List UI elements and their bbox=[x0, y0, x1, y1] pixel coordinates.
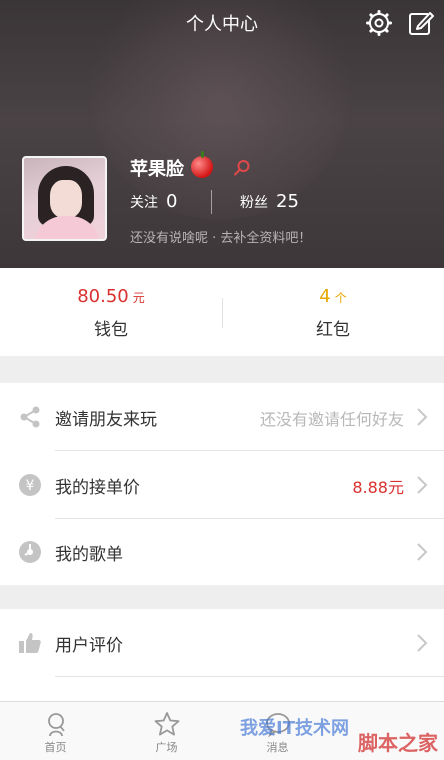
svg-text:¥: ¥ bbox=[26, 478, 35, 494]
redpacket-unit: 个 bbox=[334, 291, 347, 305]
user-reviews-row[interactable]: 用户评价 bbox=[0, 609, 444, 676]
follow-stat[interactable]: 关注 0 bbox=[130, 191, 177, 212]
fans-count: 25 bbox=[276, 191, 299, 212]
edit-icon[interactable] bbox=[408, 10, 434, 36]
order-price-row[interactable]: ¥ 我的接单价 8.88元 bbox=[0, 451, 444, 518]
chevron-right-icon bbox=[417, 543, 428, 561]
tab-square-label: 广场 bbox=[155, 741, 178, 754]
stat-divider bbox=[211, 190, 212, 214]
gear-icon[interactable] bbox=[366, 10, 392, 36]
apple-icon bbox=[191, 151, 213, 178]
order-price-label: 我的接单价 bbox=[55, 478, 140, 498]
wallet-button[interactable]: 80.50 元 钱包 bbox=[0, 268, 222, 356]
profile-header: 个人中心 苹果脸 关注 0 粉丝 25 还没有说啥呢 · 去补全资料吧！ bbox=[0, 0, 444, 268]
row-divider bbox=[55, 676, 444, 677]
watermark-left: 我爱IT技术网 bbox=[240, 718, 349, 739]
wallet-label: 钱包 bbox=[94, 320, 128, 340]
tab-home-label: 首页 bbox=[44, 741, 67, 754]
chevron-right-icon bbox=[417, 476, 428, 494]
tab-messages-label: 消息 bbox=[266, 741, 289, 754]
wallet-amount: 80.50 bbox=[77, 286, 129, 307]
tab-home[interactable]: 首页 bbox=[0, 702, 111, 760]
thumbs-up-icon bbox=[19, 633, 41, 653]
invite-label: 邀请朋友来玩 bbox=[55, 410, 157, 430]
invite-value: 还没有邀请任何好友 bbox=[259, 410, 404, 429]
home-person-icon bbox=[47, 713, 65, 737]
star-icon bbox=[154, 712, 179, 736]
music-disc-icon bbox=[19, 541, 41, 563]
playlist-row[interactable]: 我的歌单 bbox=[0, 518, 444, 585]
chevron-right-icon bbox=[417, 634, 428, 652]
share-icon bbox=[20, 406, 40, 428]
female-gender-icon bbox=[234, 160, 250, 176]
fans-label: 粉丝 bbox=[240, 195, 268, 211]
user-reviews-label: 用户评价 bbox=[55, 636, 123, 656]
watermark-right: 脚本之家 bbox=[358, 731, 438, 755]
signature-text[interactable]: 还没有说啥呢 · 去补全资料吧！ bbox=[130, 227, 311, 246]
fans-stat[interactable]: 粉丝 25 bbox=[240, 191, 299, 212]
wallet-unit: 元 bbox=[132, 291, 145, 305]
menu-group-2: 用户评价 bbox=[0, 609, 444, 701]
chevron-right-icon bbox=[417, 408, 428, 426]
follow-label: 关注 bbox=[130, 195, 158, 211]
username: 苹果脸 bbox=[130, 159, 184, 180]
order-price-value: 8.88元 bbox=[352, 478, 404, 497]
redpacket-label: 红包 bbox=[316, 320, 350, 340]
avatar[interactable] bbox=[22, 156, 107, 241]
follow-count: 0 bbox=[166, 191, 178, 212]
invite-friends-row[interactable]: 邀请朋友来玩 还没有邀请任何好友 bbox=[0, 383, 444, 450]
redpacket-count: 4 bbox=[319, 286, 331, 307]
menu-group-1: 邀请朋友来玩 还没有邀请任何好友 ¥ 我的接单价 8.88元 我的歌单 bbox=[0, 383, 444, 585]
yen-icon: ¥ bbox=[19, 474, 41, 496]
playlist-label: 我的歌单 bbox=[55, 545, 123, 565]
tab-square[interactable]: 广场 bbox=[111, 702, 222, 760]
redpacket-button[interactable]: 4个 红包 bbox=[222, 268, 444, 356]
wallet-panel: 80.50 元 钱包 4个 红包 bbox=[0, 268, 444, 356]
